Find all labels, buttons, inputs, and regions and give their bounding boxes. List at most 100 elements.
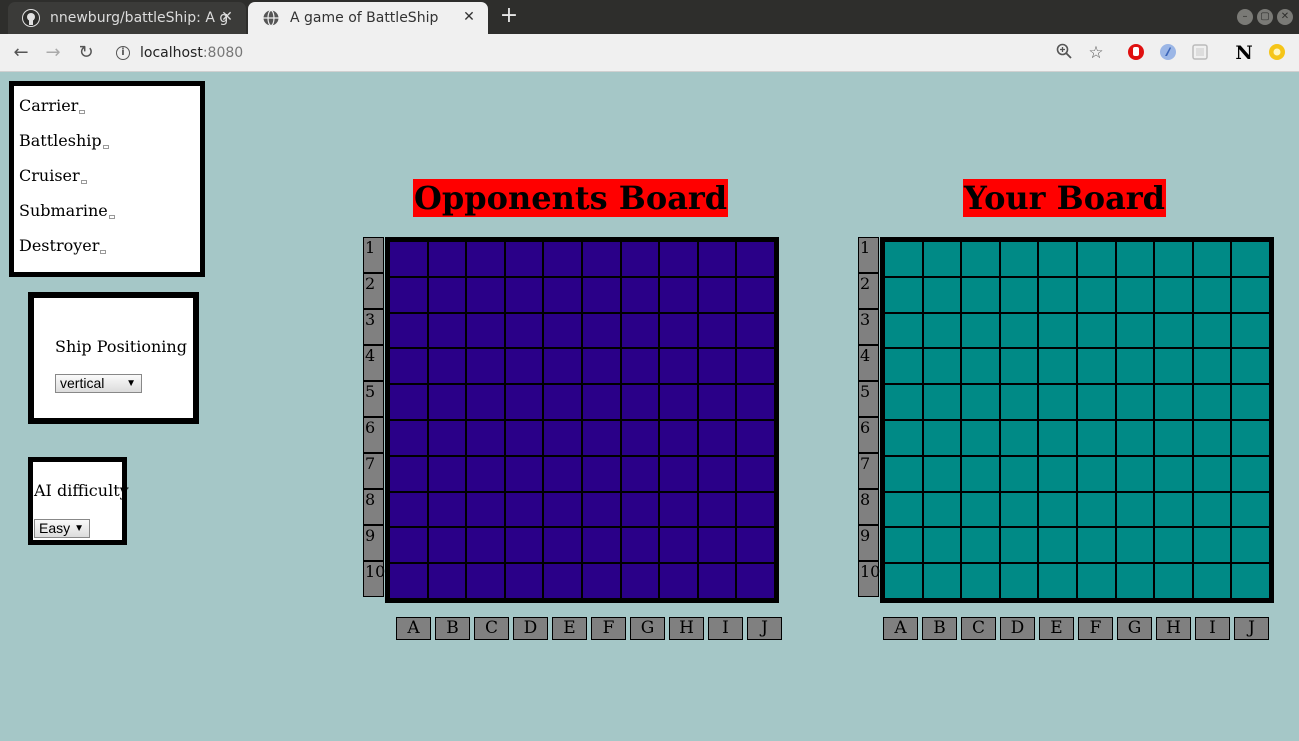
opponent-cell[interactable]	[620, 348, 660, 385]
opponent-cell[interactable]	[736, 527, 775, 564]
opponent-cell[interactable]	[659, 384, 698, 420]
opponent-cell[interactable]	[736, 563, 775, 599]
player-cell[interactable]	[1154, 491, 1193, 528]
extension-grey-icon[interactable]	[1190, 43, 1210, 63]
player-cell[interactable]	[1192, 527, 1232, 564]
player-cell[interactable]	[922, 384, 962, 420]
player-cell[interactable]	[922, 491, 962, 528]
opponent-cell[interactable]	[581, 419, 621, 456]
opponent-cell[interactable]	[427, 241, 467, 277]
ship-checkbox[interactable]	[102, 145, 109, 149]
opponent-cell[interactable]	[543, 384, 582, 420]
new-tab-button[interactable]: +	[498, 5, 520, 27]
ship-checkbox[interactable]	[80, 180, 87, 184]
player-cell[interactable]	[1076, 312, 1116, 349]
opponent-cell[interactable]	[581, 491, 621, 528]
player-cell[interactable]	[1115, 419, 1155, 456]
opponent-cell[interactable]	[504, 276, 544, 313]
player-cell[interactable]	[1231, 563, 1270, 599]
opponent-cell[interactable]	[543, 348, 582, 385]
opponent-cell[interactable]	[659, 491, 698, 528]
player-cell[interactable]	[884, 312, 923, 349]
maximize-button[interactable]: ▢	[1257, 9, 1273, 25]
opponent-cell[interactable]	[659, 312, 698, 349]
player-cell[interactable]	[1192, 312, 1232, 349]
opponent-cell[interactable]	[466, 312, 505, 349]
opponent-cell[interactable]	[504, 563, 544, 599]
opponent-cell[interactable]	[736, 241, 775, 277]
tab-close-icon[interactable]: ✕	[218, 8, 236, 26]
opponent-cell[interactable]	[389, 563, 428, 599]
opponent-cell[interactable]	[581, 384, 621, 420]
opponent-cell[interactable]	[543, 419, 582, 456]
player-cell[interactable]	[1038, 491, 1077, 528]
player-cell[interactable]	[1154, 527, 1193, 564]
player-cell[interactable]	[1231, 312, 1270, 349]
player-cell[interactable]	[999, 241, 1039, 277]
player-cell[interactable]	[1076, 419, 1116, 456]
opponent-cell[interactable]	[697, 527, 737, 564]
player-cell[interactable]	[1192, 241, 1232, 277]
player-cell[interactable]	[1038, 276, 1077, 313]
ai-difficulty-select[interactable]: Easy ▼	[34, 519, 90, 538]
player-cell[interactable]	[1192, 348, 1232, 385]
player-cell[interactable]	[1038, 419, 1077, 456]
player-cell[interactable]	[1154, 455, 1193, 492]
reload-button[interactable]: ↻	[73, 40, 99, 66]
player-cell[interactable]	[1192, 384, 1232, 420]
player-cell[interactable]	[1115, 491, 1155, 528]
player-cell[interactable]	[1076, 384, 1116, 420]
opponent-cell[interactable]	[659, 563, 698, 599]
player-cell[interactable]	[1076, 527, 1116, 564]
player-cell[interactable]	[1115, 348, 1155, 385]
opponent-cell[interactable]	[543, 455, 582, 492]
opponent-cell[interactable]	[504, 419, 544, 456]
player-cell[interactable]	[1154, 348, 1193, 385]
opponent-cell[interactable]	[620, 491, 660, 528]
player-cell[interactable]	[961, 491, 1000, 528]
ship-item-destroyer[interactable]: Destroyer	[19, 232, 200, 267]
player-cell[interactable]	[922, 276, 962, 313]
opponent-cell[interactable]	[543, 312, 582, 349]
opponent-cell[interactable]	[504, 348, 544, 385]
tab-close-icon[interactable]: ✕	[460, 8, 478, 26]
player-cell[interactable]	[922, 312, 962, 349]
player-cell[interactable]	[922, 348, 962, 385]
opponent-cell[interactable]	[620, 312, 660, 349]
opponent-cell[interactable]	[389, 348, 428, 385]
opponent-cell[interactable]	[581, 563, 621, 599]
player-cell[interactable]	[999, 419, 1039, 456]
opponent-cell[interactable]	[389, 419, 428, 456]
opponent-cell[interactable]	[697, 419, 737, 456]
player-cell[interactable]	[999, 276, 1039, 313]
player-cell[interactable]	[1038, 241, 1077, 277]
player-cell[interactable]	[1192, 563, 1232, 599]
opponent-cell[interactable]	[466, 455, 505, 492]
opponent-cell[interactable]	[466, 384, 505, 420]
opponent-cell[interactable]	[659, 241, 698, 277]
player-cell[interactable]	[1231, 384, 1270, 420]
opponent-cell[interactable]	[427, 419, 467, 456]
player-cell[interactable]	[884, 455, 923, 492]
player-cell[interactable]	[1076, 276, 1116, 313]
opponent-cell[interactable]	[466, 491, 505, 528]
orientation-select[interactable]: vertical ▼	[55, 374, 142, 393]
opponent-cell[interactable]	[543, 276, 582, 313]
opponent-cell[interactable]	[389, 455, 428, 492]
player-cell[interactable]	[1076, 241, 1116, 277]
close-window-button[interactable]: ✕	[1277, 9, 1293, 25]
info-icon[interactable]: i	[116, 46, 130, 60]
opponent-cell[interactable]	[389, 527, 428, 564]
player-cell[interactable]	[961, 276, 1000, 313]
player-cell[interactable]	[1154, 563, 1193, 599]
player-cell[interactable]	[884, 241, 923, 277]
player-cell[interactable]	[1192, 455, 1232, 492]
opponent-cell[interactable]	[504, 455, 544, 492]
player-cell[interactable]	[884, 527, 923, 564]
player-cell[interactable]	[1231, 527, 1270, 564]
opponent-cell[interactable]	[466, 276, 505, 313]
player-cell[interactable]	[999, 491, 1039, 528]
opponent-cell[interactable]	[697, 241, 737, 277]
player-cell[interactable]	[1154, 276, 1193, 313]
opponent-cell[interactable]	[736, 348, 775, 385]
